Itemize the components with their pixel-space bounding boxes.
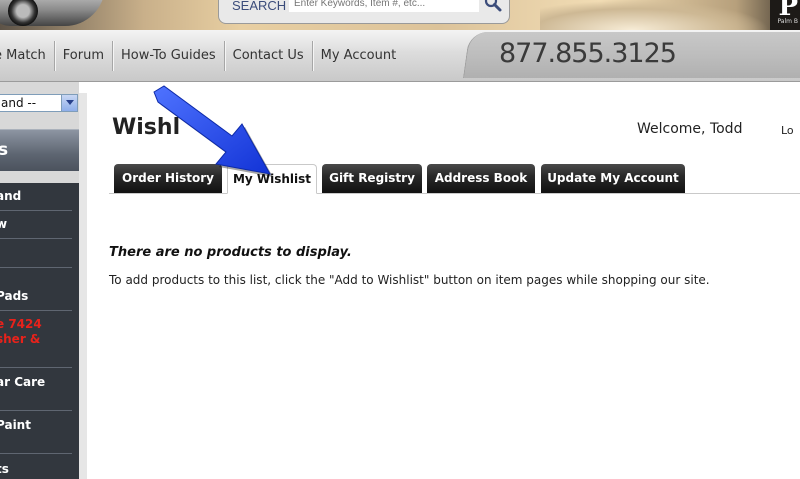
brand-select-value: and -- [1,96,37,110]
sidebar-top: and -- s [0,82,79,183]
chevron-down-icon[interactable] [61,95,77,111]
sidebar-item[interactable] [0,239,72,268]
tab-gift-registry[interactable]: Gift Registry [322,164,422,193]
sidebar-item[interactable]: Paint [0,411,72,454]
sidebar-item-label: w [0,217,72,232]
sidebar-item-label: , Pads [0,274,29,303]
main-content: Wishl Welcome, Todd Lo Order History My … [87,93,800,479]
car-image [0,0,105,26]
welcome-message: Welcome, Todd [637,121,743,137]
sidebar-item[interactable]: , Pads [0,268,72,311]
sidebar-item[interactable]: e 7424 sher & [0,311,72,368]
tab-update-my-account[interactable]: Update My Account [541,164,685,193]
account-tabs: Order History My Wishlist Gift Registry … [109,164,800,194]
sidebar-divider [79,93,87,479]
search-input[interactable] [289,0,479,12]
sidebar-list: and w , Pads e 7424 sher & ar Care Paint… [0,183,79,479]
main-nav: e Match Forum How-To Guides Contact Us M… [0,30,800,82]
page: SEARCH P Palm B e Match Forum How-To Gui… [0,0,800,479]
nav-item-contact-us[interactable]: Contact Us [225,41,313,71]
sidebar-item[interactable]: ts [0,454,72,479]
beach-image [540,0,770,30]
sidebar-item[interactable]: ar Care [0,368,72,411]
sidebar-item-label: Paint [0,418,31,432]
nav-item-forum[interactable]: Forum [55,41,114,71]
tab-address-book[interactable]: Address Book [427,164,535,193]
phone-number: 877.855.3125 [499,38,677,69]
logout-link[interactable]: Lo [781,124,794,137]
empty-message-description: To add products to this list, click the … [109,273,710,287]
nav-item-my-account[interactable]: My Account [313,41,405,71]
sidebar-item-label: e 7424 sher & [0,317,42,346]
page-title: Wishl [112,115,181,140]
search-icon[interactable] [483,0,503,14]
nav-items: e Match Forum How-To Guides Contact Us M… [0,41,404,71]
car-wheel [8,0,38,26]
sidebar-item[interactable]: and [0,183,72,211]
sidebar-item[interactable]: w [0,211,72,239]
search-box: SEARCH [218,0,510,24]
sidebar-item-label: ts [0,462,9,476]
logo-subtext: Palm B [777,18,798,25]
sidebar: and -- s and w , Pads e 7424 sher & ar C… [0,82,87,479]
nav-item-price-match[interactable]: e Match [0,41,55,71]
brand-select[interactable]: and -- [0,94,78,112]
tab-my-wishlist[interactable]: My Wishlist [227,164,317,194]
category-header: s [0,129,79,171]
empty-message-title: There are no products to display. [109,245,352,260]
search-label: SEARCH [232,0,287,13]
header-banner: SEARCH P Palm B [0,0,800,30]
sidebar-item-label: and [0,189,22,203]
sidebar-item-label: ar Care [0,375,46,389]
nav-item-how-to-guides[interactable]: How-To Guides [113,41,225,71]
tab-order-history[interactable]: Order History [114,164,222,193]
category-header-label: s [0,140,9,160]
